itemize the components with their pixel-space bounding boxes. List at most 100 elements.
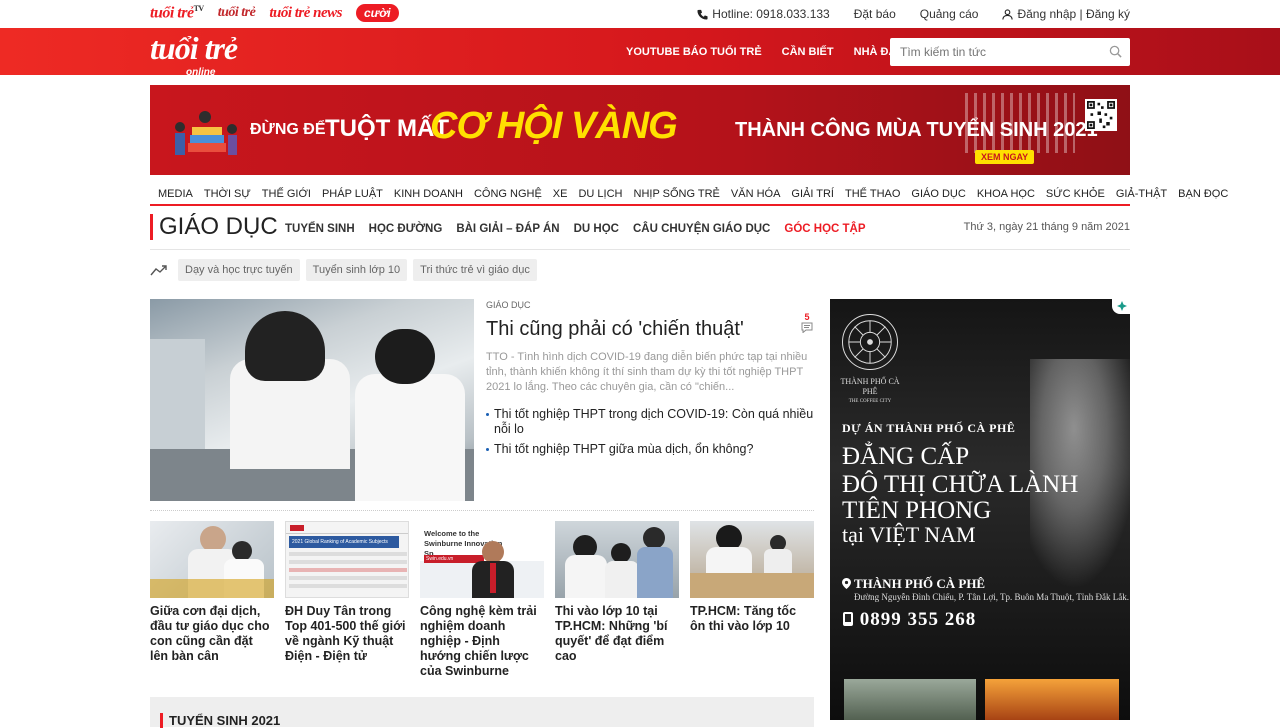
section-header: GIÁO DỤC TUYỂN SINH HỌC ĐƯỜNG BÀI GIẢI –… — [150, 214, 1130, 250]
news-card-title[interactable]: Giữa cơn đại dịch, đầu tư giáo dục cho c… — [150, 604, 274, 664]
search-input[interactable] — [890, 38, 1100, 66]
phone-icon — [843, 612, 853, 626]
news-card-title[interactable]: ĐH Duy Tân trong Top 401-500 thế giới về… — [285, 604, 409, 664]
hotline[interactable]: Hotline: 0918.033.133 — [697, 7, 830, 21]
tag-item[interactable]: Tuyển sinh lớp 10 — [305, 259, 408, 281]
news-card[interactable]: Giữa cơn đại dịch, đầu tư giáo dục cho c… — [150, 521, 274, 679]
phone-icon — [697, 9, 708, 20]
banner-headline: CƠ HỘI VÀNG — [430, 105, 678, 147]
cat-the-gioi[interactable]: THẾ GIỚI — [262, 188, 311, 200]
cat-nhip-song-tre[interactable]: NHỊP SỐNG TRẺ — [634, 188, 720, 200]
ad-city-name: THÀNH PHỐ CÀ PHÊ THE COFFEE CITY — [840, 377, 900, 404]
logo-tuoitre-cuoi[interactable]: cười — [356, 4, 399, 23]
cat-giao-duc[interactable]: GIÁO DỤC — [911, 188, 965, 200]
ad-line-5: tại VIỆT NAM — [842, 522, 976, 547]
subnav-bai-giai[interactable]: BÀI GIẢI – ĐÁP ÁN — [456, 223, 559, 235]
logo-tuoitre-tv[interactable]: tuổi trẻTV — [150, 4, 204, 22]
news-card-image[interactable] — [690, 521, 814, 598]
login-text: Đăng nhập | Đăng ký — [1017, 7, 1130, 21]
logo-tuoitre-news[interactable]: tuổi trẻ news — [269, 5, 342, 22]
section-title[interactable]: GIÁO DỤC — [150, 214, 278, 240]
subnav-goc-hoc-tap[interactable]: GÓC HỌC TẬP — [784, 223, 865, 235]
user-icon — [1002, 8, 1014, 20]
cat-cong-nghe[interactable]: CÔNG NGHỆ — [474, 188, 542, 200]
link-dat-bao[interactable]: Đặt báo — [854, 7, 896, 21]
news-card-title[interactable]: Thi vào lớp 10 tại TP.HCM: Những 'bí quy… — [555, 604, 679, 664]
qr-code-icon — [1085, 99, 1117, 131]
top-bar: tuổi trẻTV tuổi trẻ tuổi trẻ news cười H… — [0, 0, 1280, 28]
sidebar-ad[interactable]: THÀNH PHỐ CÀ PHÊ THE COFFEE CITY DỰ ÁN T… — [830, 299, 1130, 720]
featured-title[interactable]: Thi cũng phải có 'chiến thuật' — [486, 318, 744, 341]
news-card[interactable]: TP.HCM: Tăng tốc ôn thi vào lớp 10 — [690, 521, 814, 679]
tuyen-sinh-section: TUYỂN SINH 2021 — [150, 697, 814, 728]
featured-summary: TTO - Tình hình dịch COVID-19 đang diễn … — [486, 351, 808, 393]
search-icon[interactable] — [1109, 45, 1122, 58]
top-links: Hotline: 0918.033.133 Đặt báo Quảng cáo … — [697, 0, 1130, 28]
trending-icon — [150, 265, 167, 276]
ad-address: Đường Nguyễn Đình Chiểu, P. Tân Lợi, Tp.… — [854, 592, 1129, 602]
news-card-image[interactable] — [150, 521, 274, 598]
link-quang-cao[interactable]: Quảng cáo — [920, 7, 979, 21]
books-illustration — [175, 111, 237, 155]
hotline-text: Hotline: 0918.033.133 — [712, 7, 830, 21]
news-cards: Giữa cơn đại dịch, đầu tư giáo dục cho c… — [150, 521, 814, 679]
ad-line-1: DỰ ÁN THÀNH PHỐ CÀ PHÊ — [842, 421, 1016, 435]
cat-gia-that[interactable]: GIẢ-THẬT — [1116, 188, 1167, 200]
partner-logos: tuổi trẻTV tuổi trẻ tuổi trẻ news cười — [150, 4, 399, 23]
cat-van-hoa[interactable]: VĂN HÓA — [731, 188, 781, 200]
cat-giai-tri[interactable]: GIẢI TRÍ — [791, 188, 834, 200]
cat-kinh-doanh[interactable]: KINH DOANH — [394, 188, 463, 200]
news-card-image[interactable]: 2021 Global Ranking of Academic Subjects — [285, 521, 409, 598]
comment-icon — [801, 322, 813, 334]
ad-line-3: ĐÔ THỊ CHỮA LÀNH — [842, 471, 1079, 498]
news-card-title[interactable]: Công nghệ kèm trải nghiệm doanh nghiệp -… — [420, 604, 544, 679]
news-card[interactable]: Welcome to the Swinburne Innovation Sp S… — [420, 521, 544, 679]
featured-image[interactable] — [150, 299, 474, 501]
location-pin-icon — [842, 578, 851, 589]
cat-suc-khoe[interactable]: SỨC KHỎE — [1046, 188, 1105, 200]
cat-du-lich[interactable]: DU LỊCH — [578, 188, 622, 200]
tag-item[interactable]: Tri thức trẻ vì giáo dục — [413, 259, 537, 281]
cat-the-thao[interactable]: THỂ THAO — [845, 188, 900, 200]
building-illustration — [965, 93, 1075, 153]
ad-banner[interactable]: ĐỪNG ĐỂ TUỘT MẤT CƠ HỘI VÀNG THÀNH CÔNG … — [150, 85, 1130, 175]
nav-can-biet[interactable]: CẦN BIẾT — [782, 46, 834, 58]
search-box — [890, 38, 1130, 66]
news-card[interactable]: Thi vào lớp 10 tại TP.HCM: Những 'bí quy… — [555, 521, 679, 679]
cat-thoi-su[interactable]: THỜI SỰ — [204, 188, 251, 200]
comment-count[interactable]: 5 — [801, 312, 813, 335]
ad-phone[interactable]: 0899 355 268 — [842, 609, 976, 631]
nav-youtube[interactable]: YOUTUBE BÁO TUỔI TRẺ — [626, 46, 762, 58]
category-nav: MEDIA THỜI SỰ THẾ GIỚI PHÁP LUẬT KINH DO… — [150, 184, 1228, 206]
login-link[interactable]: Đăng nhập | Đăng ký — [1002, 7, 1130, 21]
tuyen-sinh-title[interactable]: TUYỂN SINH 2021 — [160, 713, 280, 728]
news-card-image[interactable]: Welcome to the Swinburne Innovation Sp S… — [420, 521, 544, 598]
ranking-header: 2021 Global Ranking of Academic Subjects — [289, 536, 399, 548]
logo-tuoitre-cuoi-tuan[interactable]: tuổi trẻ — [218, 5, 256, 21]
cat-media[interactable]: MEDIA — [158, 188, 193, 200]
section-subnav: TUYỂN SINH HỌC ĐƯỜNG BÀI GIẢI – ĐÁP ÁN D… — [285, 223, 866, 235]
subnav-hoc-duong[interactable]: HỌC ĐƯỜNG — [369, 223, 443, 235]
banner-cta[interactable]: XEM NGAY — [975, 150, 1035, 164]
subnav-du-hoc[interactable]: DU HỌC — [574, 223, 619, 235]
subnav-tuyen-sinh[interactable]: TUYỂN SINH — [285, 223, 355, 235]
cat-xe[interactable]: XE — [553, 188, 568, 200]
header-nav: YOUTUBE BÁO TUỔI TRẺ CẦN BIẾT NHÀ ĐẤT — [626, 28, 903, 75]
cat-khoa-hoc[interactable]: KHOA HỌC — [977, 188, 1035, 200]
featured-category[interactable]: GIÁO DỤC — [486, 300, 531, 310]
subnav-cau-chuyen[interactable]: CÂU CHUYỆN GIÁO DỤC — [633, 223, 770, 235]
related-link[interactable]: Thi tốt nghiệp THPT trong dịch COVID-19:… — [486, 407, 816, 437]
site-logo[interactable]: tuổi trẻ online — [150, 32, 238, 78]
coffee-city-emblem-icon — [842, 314, 898, 370]
tag-item[interactable]: Dạy và học trực tuyến — [178, 259, 300, 281]
ad-line-4: TIÊN PHONG — [842, 497, 992, 524]
main-header: tuổi trẻ online YOUTUBE BÁO TUỔI TRẺ CẦN… — [0, 28, 1280, 78]
cat-ban-doc[interactable]: BẠN ĐỌC — [1178, 188, 1228, 200]
ad-location: THÀNH PHỐ CÀ PHÊ — [842, 576, 985, 592]
cat-phap-luat[interactable]: PHÁP LUẬT — [322, 188, 383, 200]
news-card-image[interactable] — [555, 521, 679, 598]
ad-choices-icon[interactable] — [1112, 299, 1130, 314]
related-link[interactable]: Thi tốt nghiệp THPT giữa mùa dịch, ổn kh… — [486, 442, 816, 457]
news-card-title[interactable]: TP.HCM: Tăng tốc ôn thi vào lớp 10 — [690, 604, 814, 634]
news-card[interactable]: 2021 Global Ranking of Academic Subjects… — [285, 521, 409, 679]
